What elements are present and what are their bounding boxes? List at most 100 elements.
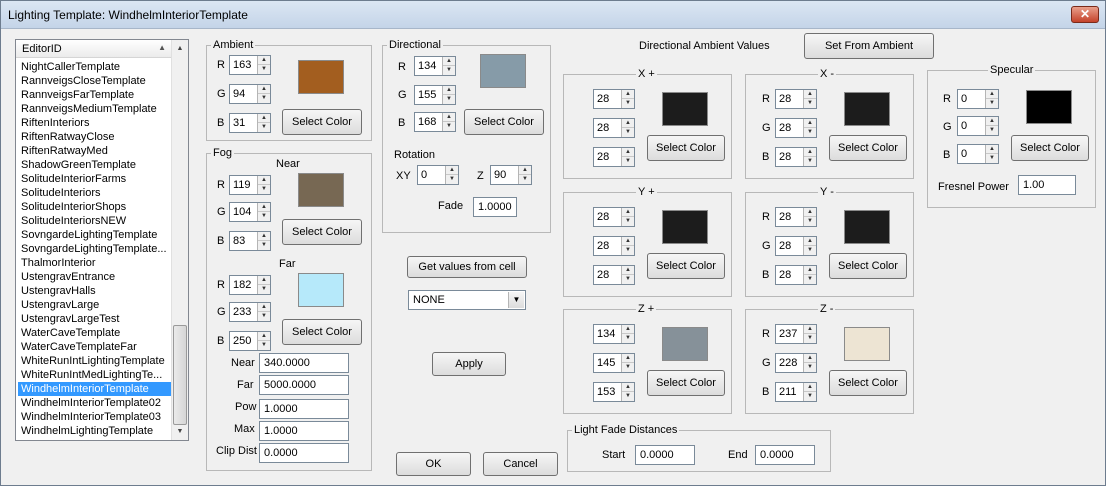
dav-xp-r-spinner[interactable]: 28 ▲ ▼ (593, 89, 635, 109)
spin-down-icon[interactable]: ▼ (622, 275, 634, 284)
list-item[interactable]: SolitudeInteriorShops (18, 200, 172, 214)
dav-yp-g-spinner[interactable]: 28 ▲ ▼ (593, 236, 635, 256)
dav-ym-select-color-button[interactable]: Select Color (829, 253, 907, 279)
list-item[interactable]: SolitudeInteriorFarms (18, 172, 172, 186)
list-item[interactable]: NightCallerTemplate (18, 60, 172, 74)
spin-up-icon[interactable]: ▲ (443, 86, 455, 95)
list-item[interactable]: SovngardeLightingTemplate (18, 228, 172, 242)
fade-start-field[interactable]: 0.0000 (635, 445, 695, 465)
dav-yp-r-spinner[interactable]: 28 ▲ ▼ (593, 207, 635, 227)
spin-down-icon[interactable]: ▼ (804, 128, 816, 137)
ambient-b-spinner[interactable]: 31 ▲ ▼ (229, 113, 271, 133)
spin-down-icon[interactable]: ▼ (804, 99, 816, 108)
spin-down-icon[interactable]: ▼ (443, 66, 455, 75)
apply-button[interactable]: Apply (432, 352, 506, 376)
spin-down-icon[interactable]: ▼ (804, 392, 816, 401)
editor-id-list[interactable]: EditorID ▲ NightCallerTemplate RannveigsC… (15, 39, 189, 441)
fog-far-b-spinner[interactable]: 250 ▲ ▼ (229, 331, 271, 351)
spin-up-icon[interactable]: ▲ (804, 354, 816, 363)
dav-zm-b-spinner[interactable]: 211 ▲ ▼ (775, 382, 817, 402)
spin-down-icon[interactable]: ▼ (986, 126, 998, 135)
list-item[interactable]: RannveigsMediumTemplate (18, 102, 172, 116)
specular-r-spinner[interactable]: 0 ▲ ▼ (957, 89, 999, 109)
spin-down-icon[interactable]: ▼ (622, 217, 634, 226)
spin-down-icon[interactable]: ▼ (804, 246, 816, 255)
spin-up-icon[interactable]: ▲ (986, 90, 998, 99)
fade-end-field[interactable]: 0.0000 (755, 445, 815, 465)
spin-down-icon[interactable]: ▼ (622, 157, 634, 166)
spin-up-icon[interactable]: ▲ (258, 203, 270, 212)
fog-near-distance-field[interactable]: 340.0000 (259, 353, 349, 373)
cancel-button[interactable]: Cancel (483, 452, 558, 476)
list-item[interactable]: UstengravHalls (18, 284, 172, 298)
dav-xp-g-spinner[interactable]: 28 ▲ ▼ (593, 118, 635, 138)
spin-up-icon[interactable]: ▲ (258, 332, 270, 341)
list-item[interactable]: SolitudeInteriorsNEW (18, 214, 172, 228)
chevron-down-icon[interactable]: ▼ (508, 292, 524, 308)
list-item[interactable]: ThalmorInterior (18, 256, 172, 270)
spin-down-icon[interactable]: ▼ (519, 175, 531, 184)
spin-up-icon[interactable]: ▲ (622, 354, 634, 363)
spin-up-icon[interactable]: ▲ (258, 114, 270, 123)
dav-zp-g-spinner[interactable]: 145 ▲ ▼ (593, 353, 635, 373)
directional-g-spinner[interactable]: 155 ▲ ▼ (414, 85, 456, 105)
rotation-z-spinner[interactable]: 90 ▲ ▼ (490, 165, 532, 185)
spin-up-icon[interactable]: ▲ (986, 145, 998, 154)
spin-up-icon[interactable]: ▲ (622, 208, 634, 217)
list-item[interactable]: WhiteRunIntMedLightingTe... (18, 368, 172, 382)
ambient-select-color-button[interactable]: Select Color (282, 109, 362, 135)
directional-r-spinner[interactable]: 134 ▲ ▼ (414, 56, 456, 76)
spin-down-icon[interactable]: ▼ (258, 341, 270, 350)
fog-pow-field[interactable]: 1.0000 (259, 399, 349, 419)
list-item[interactable]: ShadowGreenTemplate (18, 158, 172, 172)
spin-up-icon[interactable]: ▲ (258, 232, 270, 241)
spin-down-icon[interactable]: ▼ (258, 94, 270, 103)
fog-near-b-spinner[interactable]: 83 ▲ ▼ (229, 231, 271, 251)
specular-g-spinner[interactable]: 0 ▲ ▼ (957, 116, 999, 136)
spin-up-icon[interactable]: ▲ (443, 113, 455, 122)
close-button[interactable]: ✕ (1071, 6, 1099, 23)
spin-up-icon[interactable]: ▲ (622, 119, 634, 128)
spin-up-icon[interactable]: ▲ (804, 148, 816, 157)
spin-up-icon[interactable]: ▲ (258, 276, 270, 285)
list-item[interactable]: RannveigsFarTemplate (18, 88, 172, 102)
spin-up-icon[interactable]: ▲ (622, 266, 634, 275)
dav-ym-g-spinner[interactable]: 28 ▲ ▼ (775, 236, 817, 256)
dav-yp-select-color-button[interactable]: Select Color (647, 253, 725, 279)
spin-down-icon[interactable]: ▼ (258, 241, 270, 250)
dav-ym-r-spinner[interactable]: 28 ▲ ▼ (775, 207, 817, 227)
dav-zp-select-color-button[interactable]: Select Color (647, 370, 725, 396)
dav-yp-b-spinner[interactable]: 28 ▲ ▼ (593, 265, 635, 285)
spin-up-icon[interactable]: ▲ (446, 166, 458, 175)
list-item[interactable]: WaterCaveTemplate (18, 326, 172, 340)
scroll-down-icon[interactable]: ▼ (172, 423, 188, 440)
title-bar[interactable]: Lighting Template: WindhelmInteriorTempl… (1, 1, 1105, 29)
spin-down-icon[interactable]: ▼ (258, 212, 270, 221)
list-item[interactable]: SovngardeLightingTemplate... (18, 242, 172, 256)
list-item[interactable]: UstengravEntrance (18, 270, 172, 284)
dav-xm-g-spinner[interactable]: 28 ▲ ▼ (775, 118, 817, 138)
spin-up-icon[interactable]: ▲ (622, 325, 634, 334)
fresnel-power-field[interactable]: 1.00 (1018, 175, 1076, 195)
list-item[interactable]: UstengravLargeTest (18, 312, 172, 326)
list-item[interactable]: WindhelmLightingTemplate (18, 424, 172, 438)
list-item[interactable]: WindhelmInteriorTemplate (18, 382, 172, 396)
list-item[interactable]: RiftenInteriors (18, 116, 172, 130)
specular-select-color-button[interactable]: Select Color (1011, 135, 1089, 161)
directional-b-spinner[interactable]: 168 ▲ ▼ (414, 112, 456, 132)
list-item[interactable]: WaterCaveTemplateFar (18, 340, 172, 354)
fog-clip-dist-field[interactable]: 0.0000 (259, 443, 349, 463)
spin-down-icon[interactable]: ▼ (804, 217, 816, 226)
spin-down-icon[interactable]: ▼ (986, 154, 998, 163)
spin-up-icon[interactable]: ▲ (622, 148, 634, 157)
ambient-g-spinner[interactable]: 94 ▲ ▼ (229, 84, 271, 104)
spin-up-icon[interactable]: ▲ (258, 303, 270, 312)
spin-down-icon[interactable]: ▼ (443, 122, 455, 131)
get-values-from-cell-button[interactable]: Get values from cell (407, 256, 527, 278)
spin-up-icon[interactable]: ▲ (258, 56, 270, 65)
fog-far-select-color-button[interactable]: Select Color (282, 319, 362, 345)
spin-up-icon[interactable]: ▲ (258, 85, 270, 94)
spin-up-icon[interactable]: ▲ (986, 117, 998, 126)
dav-zm-g-spinner[interactable]: 228 ▲ ▼ (775, 353, 817, 373)
spin-down-icon[interactable]: ▼ (622, 246, 634, 255)
